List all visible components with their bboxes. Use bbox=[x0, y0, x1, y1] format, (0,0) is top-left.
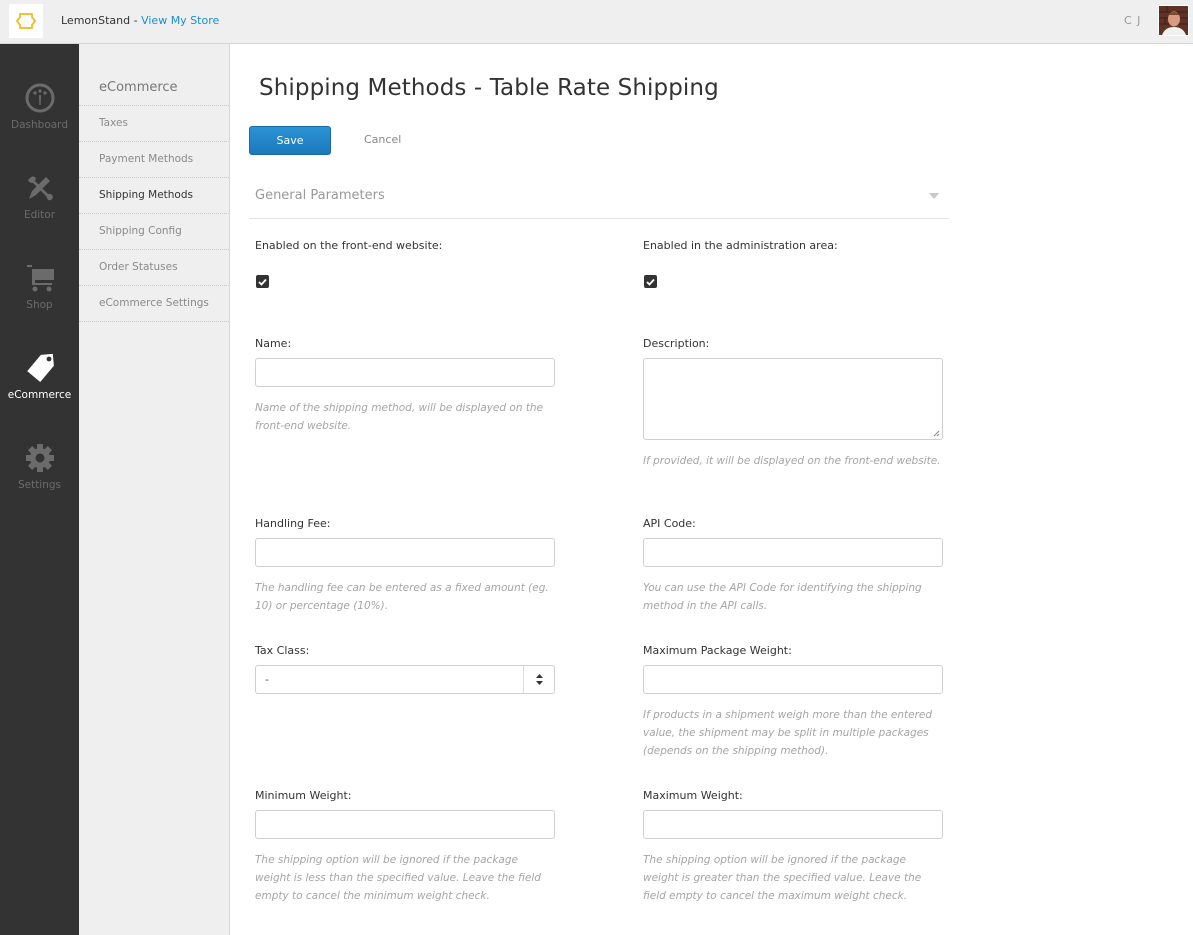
nav-dashboard[interactable]: Dashboard bbox=[0, 80, 79, 160]
lemonstand-logo[interactable] bbox=[9, 4, 43, 38]
field-label: Minimum Weight: bbox=[255, 789, 352, 802]
field-label: Enabled in the administration area: bbox=[643, 239, 838, 252]
enabled-frontend-field: Enabled on the front-end website: bbox=[255, 239, 555, 288]
description-help-text: If provided, it will be displayed on the… bbox=[643, 455, 941, 467]
max-weight-help-text: The shipping option will be ignored if t… bbox=[643, 854, 922, 902]
nav-label: Settings bbox=[17, 479, 62, 491]
checkmark-icon bbox=[646, 278, 655, 286]
field-label: Name: bbox=[255, 337, 292, 350]
name-input[interactable] bbox=[255, 358, 555, 387]
nav-ecommerce[interactable]: eCommerce bbox=[0, 350, 79, 430]
sub-sidebar: eCommerce Taxes Payment Methods Shipping… bbox=[79, 44, 230, 935]
field-label: Handling Fee: bbox=[255, 517, 331, 530]
sidebar-item-shipping-methods[interactable]: Shipping Methods bbox=[79, 178, 229, 214]
nav-label: Dashboard bbox=[11, 119, 68, 131]
brand-line: LemonStand - View My Store bbox=[61, 14, 219, 27]
max-package-weight-help-text: If products in a shipment weigh more tha… bbox=[643, 709, 933, 757]
field-label: Description: bbox=[643, 337, 710, 350]
api-code-help-text: You can use the API Code for identifying… bbox=[643, 582, 922, 612]
min-weight-input[interactable] bbox=[255, 810, 555, 839]
nav-label: Shop bbox=[26, 299, 53, 311]
enabled-admin-checkbox[interactable] bbox=[644, 275, 657, 288]
brand-name: LemonStand bbox=[61, 14, 131, 27]
page-title: Shipping Methods - Table Rate Shipping bbox=[259, 75, 719, 101]
name-field: Name: Name of the shipping method, will … bbox=[255, 337, 555, 432]
sidebar-item-ecommerce-settings[interactable]: eCommerce Settings bbox=[79, 286, 229, 322]
nav-settings[interactable]: Settings bbox=[0, 440, 79, 520]
selected-value: - bbox=[265, 673, 269, 686]
field-label: Enabled on the front-end website: bbox=[255, 239, 443, 252]
handling-fee-field: Handling Fee: The handling fee can be en… bbox=[255, 517, 555, 612]
sidebar-item-order-statuses[interactable]: Order Statuses bbox=[79, 250, 229, 286]
api-code-input[interactable] bbox=[643, 538, 943, 567]
nav-label: eCommerce bbox=[7, 389, 72, 401]
min-weight-field: Minimum Weight: The shipping option will… bbox=[255, 789, 555, 902]
nav-editor[interactable]: Editor bbox=[0, 170, 79, 250]
main-content: Shipping Methods - Table Rate Shipping S… bbox=[231, 44, 1193, 935]
description-textarea[interactable] bbox=[643, 358, 943, 440]
enabled-admin-field: Enabled in the administration area: bbox=[643, 239, 943, 288]
tax-class-select[interactable]: - bbox=[255, 665, 555, 694]
sidebar-item-taxes[interactable]: Taxes bbox=[79, 106, 229, 142]
main-sidebar: Dashboard Editor Shop eCommerce Settings bbox=[0, 44, 79, 935]
nav-label: Editor bbox=[23, 209, 56, 221]
brand-separator: - bbox=[130, 14, 142, 27]
avatar-image bbox=[1159, 6, 1188, 35]
tax-class-field: Tax Class: - bbox=[255, 644, 555, 694]
checkmark-icon bbox=[258, 278, 267, 286]
field-label: Tax Class: bbox=[255, 644, 310, 657]
view-my-store-link[interactable]: View My Store bbox=[141, 14, 219, 27]
api-code-field: API Code: You can use the API Code for i… bbox=[643, 517, 943, 612]
field-label: API Code: bbox=[643, 517, 696, 530]
gear-icon bbox=[22, 440, 58, 476]
name-help-text: Name of the shipping method, will be dis… bbox=[255, 402, 544, 432]
max-package-weight-input[interactable] bbox=[643, 665, 943, 694]
user-initials[interactable]: C J bbox=[1124, 14, 1141, 27]
description-field: Description: If provided, it will be dis… bbox=[643, 337, 943, 467]
handling-fee-input[interactable] bbox=[255, 538, 555, 567]
field-label: Maximum Weight: bbox=[643, 789, 743, 802]
handling-fee-help-text: The handling fee can be entered as a fix… bbox=[255, 582, 549, 612]
save-button[interactable]: Save bbox=[249, 126, 331, 155]
general-parameters-header[interactable]: General Parameters bbox=[249, 179, 949, 219]
max-package-weight-field: Maximum Package Weight: If products in a… bbox=[643, 644, 943, 757]
cancel-button[interactable]: Cancel bbox=[364, 133, 401, 146]
sidebar-item-shipping-config[interactable]: Shipping Config bbox=[79, 214, 229, 250]
chevron-down-icon bbox=[929, 193, 939, 199]
user-avatar[interactable] bbox=[1158, 5, 1189, 36]
select-arrows-icon bbox=[523, 666, 554, 693]
shopping-cart-icon bbox=[22, 260, 58, 296]
sidebar-item-payment-methods[interactable]: Payment Methods bbox=[79, 142, 229, 178]
dashboard-gauge-icon bbox=[22, 80, 58, 116]
section-title: General Parameters bbox=[255, 188, 385, 203]
nav-shop[interactable]: Shop bbox=[0, 260, 79, 340]
sub-sidebar-title: eCommerce bbox=[99, 80, 178, 95]
max-weight-field: Maximum Weight: The shipping option will… bbox=[643, 789, 943, 902]
logo-icon bbox=[16, 13, 36, 29]
min-weight-help-text: The shipping option will be ignored if t… bbox=[255, 854, 541, 902]
field-label: Maximum Package Weight: bbox=[643, 644, 792, 657]
max-weight-input[interactable] bbox=[643, 810, 943, 839]
top-bar: LemonStand - View My Store C J bbox=[0, 0, 1193, 44]
resize-handle-icon[interactable] bbox=[933, 430, 940, 437]
enabled-frontend-checkbox[interactable] bbox=[256, 275, 269, 288]
editor-tools-icon bbox=[22, 170, 58, 206]
price-tag-icon bbox=[22, 350, 58, 386]
